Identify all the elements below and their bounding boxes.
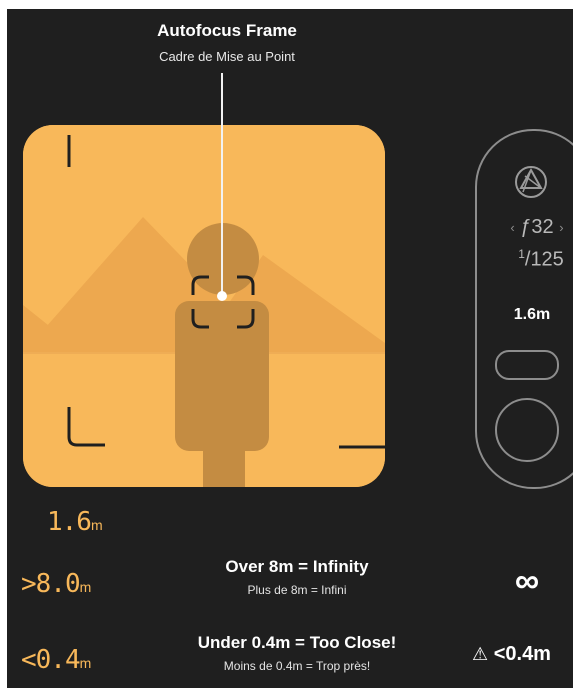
near-distance-readout: <0.4m	[21, 645, 91, 675]
current-distance-value: 1.6	[47, 507, 92, 537]
far-distance-readout: >8.0m	[21, 569, 91, 599]
too-close-label: <0.4m	[493, 643, 551, 665]
viewfinder-diagram-panel: Autofocus Frame Cadre de Mise au Point ‹…	[7, 9, 573, 688]
aperture-prev-icon[interactable]: ‹	[510, 220, 514, 235]
warning-icon: ⚠	[472, 644, 489, 664]
callout-pointer-line	[221, 73, 223, 295]
shutter-speed: 1/125	[518, 247, 564, 271]
viewfinder-scene	[23, 125, 385, 487]
far-rule-subtitle: Plus de 8m = Infini	[247, 583, 347, 597]
subject-legs	[203, 421, 245, 487]
near-rule-title: Under 0.4m = Too Close!	[197, 633, 397, 652]
near-distance-unit: m	[79, 655, 92, 671]
too-close-indicator: ⚠ <0.4m	[472, 643, 551, 666]
current-distance-readout: 1.6m	[47, 507, 103, 537]
aperture-next-icon[interactable]: ›	[559, 220, 563, 235]
current-distance-unit: m	[90, 517, 103, 533]
far-rule-title: Over 8m = Infinity	[225, 557, 369, 576]
mode-toggle-button[interactable]	[495, 350, 559, 380]
far-distance-unit: m	[79, 579, 92, 595]
focus-distance-label: 1.6m	[513, 306, 551, 323]
viewfinder-preview	[23, 125, 385, 487]
callout-pointer-dot	[217, 291, 227, 301]
far-distance-value: >8.0	[21, 569, 81, 599]
near-distance-value: <0.4	[21, 645, 81, 675]
shutter-denominator: 125	[530, 248, 564, 271]
callout-title: Autofocus Frame	[157, 21, 297, 40]
aperture-selector[interactable]: ‹ ƒ32 ›	[487, 216, 573, 239]
aperture-icon[interactable]	[513, 164, 549, 200]
aperture-value: ƒ32	[520, 216, 554, 238]
subject-head	[187, 223, 259, 295]
shutter-numerator: 1	[518, 247, 525, 261]
infinity-symbol: ∞	[514, 562, 540, 600]
callout-subtitle: Cadre de Mise au Point	[159, 49, 295, 64]
shutter-button[interactable]	[495, 398, 559, 462]
near-rule-subtitle: Moins de 0.4m = Trop près!	[223, 659, 371, 673]
